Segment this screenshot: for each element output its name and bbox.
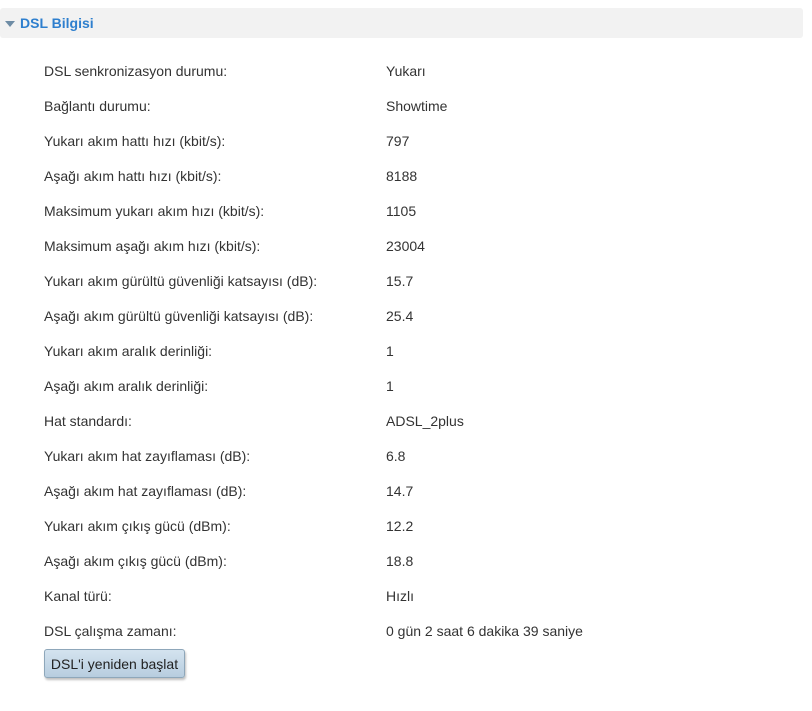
info-row: Maksimum aşağı akım hızı (kbit/s): 23004 bbox=[44, 228, 784, 263]
info-row: DSL çalışma zamanı: 0 gün 2 saat 6 dakika… bbox=[44, 613, 784, 648]
info-value: 0 gün 2 saat 6 dakika 39 saniye bbox=[386, 622, 583, 639]
info-row: Aşağı akım gürültü güvenliği katsayısı (… bbox=[44, 298, 784, 333]
info-label: Aşağı akım aralık derinliği: bbox=[44, 377, 209, 394]
info-value: 8188 bbox=[386, 167, 418, 184]
triangle-down-icon[interactable] bbox=[5, 21, 15, 27]
info-label: Yukarı akım çıkış gücü (dBm): bbox=[44, 517, 231, 534]
info-value: 18.8 bbox=[386, 552, 414, 569]
info-row: Aşağı akım çıkış gücü (dBm): 18.8 bbox=[44, 543, 784, 578]
info-value: 1105 bbox=[386, 202, 417, 219]
info-row: Aşağı akım hat zayıflaması (dB): 14.7 bbox=[44, 473, 784, 508]
info-label: Yukarı akım aralık derinliği: bbox=[44, 342, 213, 359]
dsl-info-section-header[interactable]: DSL Bilgisi bbox=[0, 8, 803, 38]
info-value: Hızlı bbox=[386, 587, 414, 604]
info-row: Yukarı akım hattı hızı (kbit/s): 797 bbox=[44, 123, 784, 158]
info-label: Kanal türü: bbox=[44, 587, 112, 604]
info-label: DSL çalışma zamanı: bbox=[44, 622, 177, 639]
info-label: Yukarı akım hat zayıflaması (dB): bbox=[44, 447, 251, 464]
info-value: 6.8 bbox=[386, 447, 406, 464]
dsl-info-page: DSL Bilgisi DSL senkronizasyon durumu: Yu… bbox=[0, 0, 812, 711]
info-row: Kanal türü: Hızlı bbox=[44, 578, 784, 613]
info-value: Showtime bbox=[386, 97, 448, 114]
info-label: Maksimum aşağı akım hızı (kbit/s): bbox=[44, 237, 261, 254]
info-value: 1 bbox=[386, 377, 394, 394]
info-label: Aşağı akım gürültü güvenliği katsayısı (… bbox=[44, 307, 314, 324]
info-value: 797 bbox=[386, 132, 410, 149]
info-value: 23004 bbox=[386, 237, 425, 254]
info-label: Maksimum yukarı akım hızı (kbit/s): bbox=[44, 202, 265, 219]
info-row: Aşağı akım hattı hızı (kbit/s): 8188 bbox=[44, 158, 784, 193]
info-label: Aşağı akım çıkış gücü (dBm): bbox=[44, 552, 227, 569]
info-value: 12.2 bbox=[386, 517, 414, 534]
info-label: Aşağı akım hat zayıflaması (dB): bbox=[44, 482, 247, 499]
info-row: Hat standardı: ADSL_2plus bbox=[44, 403, 784, 438]
info-row: Yukarı akım aralık derinliği: 1 bbox=[44, 333, 784, 368]
info-row: Yukarı akım çıkış gücü (dBm): 12.2 bbox=[44, 508, 784, 543]
info-value: ADSL_2plus bbox=[386, 412, 464, 429]
info-label: Yukarı akım hattı hızı (kbit/s): bbox=[44, 132, 226, 149]
info-row: Aşağı akım aralık derinliği: 1 bbox=[44, 368, 784, 403]
info-label: Bağlantı durumu: bbox=[44, 97, 151, 114]
info-value: 1 bbox=[386, 342, 394, 359]
info-value: 14.7 bbox=[386, 482, 414, 499]
info-label: DSL senkronizasyon durumu: bbox=[44, 62, 228, 79]
info-row: Bağlantı durumu: Showtime bbox=[44, 88, 784, 123]
info-row: Maksimum yukarı akım hızı (kbit/s): 1105 bbox=[44, 193, 784, 228]
info-row: DSL senkronizasyon durumu: Yukarı bbox=[44, 53, 784, 88]
info-value: 25.4 bbox=[386, 307, 414, 324]
info-value: 15.7 bbox=[386, 272, 414, 289]
dsl-info-list: DSL senkronizasyon durumu: Yukarı Bağlantı… bbox=[44, 53, 784, 648]
info-value: Yukarı bbox=[386, 62, 426, 79]
info-label: Yukarı akım gürültü güvenliği katsayısı … bbox=[44, 272, 318, 289]
info-row: Yukarı akım gürültü güvenliği katsayısı … bbox=[44, 263, 784, 298]
info-label: Aşağı akım hattı hızı (kbit/s): bbox=[44, 167, 222, 184]
restart-dsl-button[interactable]: DSL'i yeniden başlat bbox=[44, 649, 185, 678]
info-label: Hat standardı: bbox=[44, 412, 132, 429]
info-row: Yukarı akım hat zayıflaması (dB): 6.8 bbox=[44, 438, 784, 473]
section-title: DSL Bilgisi bbox=[20, 15, 94, 31]
